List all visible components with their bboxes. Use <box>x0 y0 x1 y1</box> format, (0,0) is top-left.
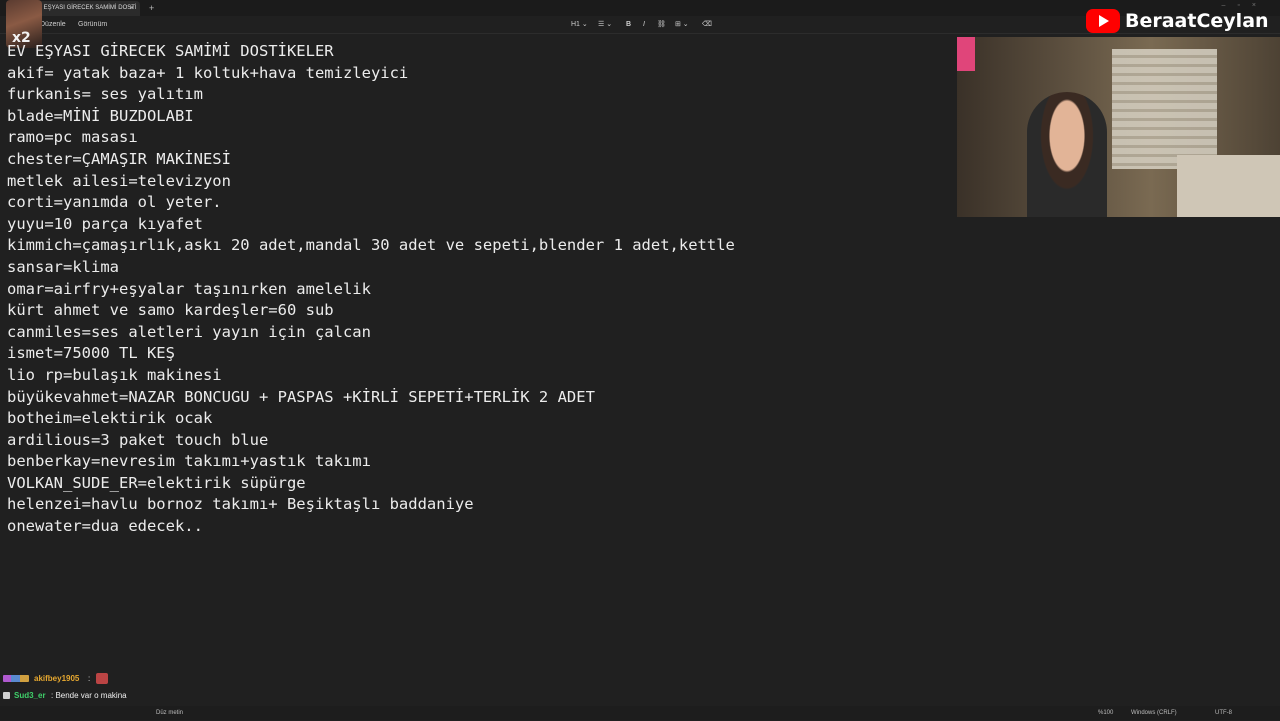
room-window <box>1112 49 1217 169</box>
bold-button[interactable]: B <box>626 16 631 33</box>
zoom-level[interactable]: %100 <box>1098 706 1113 720</box>
document-line: botheim=elektirik ocak <box>7 409 213 428</box>
document-line: VOLKAN_SUDE_ER=elektirik süpürge <box>7 473 306 492</box>
chat-emote-icon <box>96 673 108 684</box>
channel-name: BeraatCeylan <box>1125 10 1269 32</box>
room-bed <box>1177 155 1280 217</box>
link-icon[interactable]: ⛓ <box>657 16 666 33</box>
clear-format-icon[interactable]: ⌫ <box>702 16 712 33</box>
document-line: akif= yatak baza+ 1 koltuk+hava temizley… <box>7 63 409 82</box>
streamer-face <box>1027 92 1107 217</box>
document-line: kürt ahmet ve samo kardeşler=60 sub <box>7 301 334 320</box>
document-line: kimmich=çamaşırlık,askı 20 adet,mandal 3… <box>7 236 735 255</box>
status-bar: Düz metin %100 Windows (CRLF) UTF-8 <box>0 706 1280 720</box>
chat-text: : <box>88 674 91 683</box>
italic-button[interactable]: I <box>643 16 645 33</box>
document-line: blade=MİNİ BUZDOLABI <box>7 106 194 125</box>
user-badges-icon <box>3 675 29 682</box>
document-line: furkanis= ses yalıtım <box>7 85 203 104</box>
moderator-badge-icon <box>3 692 10 699</box>
new-tab-icon[interactable]: + <box>149 0 154 16</box>
document-line: büyükevahmet=NAZAR BONCUGU + PASPAS +KİR… <box>7 387 595 406</box>
menu-edit[interactable]: Düzenle <box>40 16 66 33</box>
document-line: ardilious=3 paket touch blue <box>7 430 269 449</box>
document-line: ismet=75000 TL KEŞ <box>7 344 175 363</box>
encoding[interactable]: UTF-8 <box>1215 706 1232 720</box>
document-line: omar=airfry+eşyalar taşınırken amelelik <box>7 279 371 298</box>
list-dropdown-icon[interactable]: ☰ ⌄ <box>598 16 612 33</box>
heading-dropdown[interactable]: H1 ⌄ <box>571 16 588 33</box>
document-line: ramo=pc masası <box>7 128 138 147</box>
table-dropdown-icon[interactable]: ⊞ ⌄ <box>675 16 689 33</box>
tab-title: EV EŞYASI GİRECEK SAMİMİ DOSTİ <box>34 5 137 11</box>
document-line: canmiles=ses aletleri yayın için çalcan <box>7 322 371 341</box>
chat-text: : Bende var o makina <box>51 691 127 700</box>
document-line: benberkay=nevresim takımı+yastık takımı <box>7 452 371 471</box>
webcam-feed <box>957 37 1280 217</box>
text-editor[interactable]: EV EŞYASI GİRECEK SAMİMİ DOSTİKELER akif… <box>7 41 947 538</box>
chat-message: Sud3_er : Bende var o makina <box>0 687 400 704</box>
chat-username[interactable]: akifbey1905 <box>34 670 79 687</box>
chat-message: akifbey1905 : <box>0 670 400 687</box>
document-line: helenzei=havlu bornoz takımı+ Beşiktaşlı… <box>7 495 474 514</box>
document-line: lio rp=bulaşık makinesi <box>7 365 222 384</box>
document-line: yuyu=10 parça kıyafet <box>7 214 203 233</box>
document-line: chester=ÇAMAŞIR MAKİNESİ <box>7 149 231 168</box>
document-line: metlek ailesi=televizyon <box>7 171 231 190</box>
document-line: onewater=dua edecek.. <box>7 517 203 536</box>
text-mode-label[interactable]: Düz metin <box>156 706 183 720</box>
document-line: corti=yanımda ol yeter. <box>7 193 222 212</box>
pink-lamp <box>957 37 975 71</box>
document-line: sansar=klima <box>7 257 119 276</box>
line-endings[interactable]: Windows (CRLF) <box>1131 706 1177 720</box>
document-line: EV EŞYASI GİRECEK SAMİMİ DOSTİKELER <box>7 42 334 60</box>
chat-username[interactable]: Sud3_er <box>14 687 46 704</box>
youtube-logo-icon <box>1086 9 1120 33</box>
tab-close-icon[interactable]: × <box>130 1 134 16</box>
menu-view[interactable]: Görünüm <box>78 16 107 33</box>
